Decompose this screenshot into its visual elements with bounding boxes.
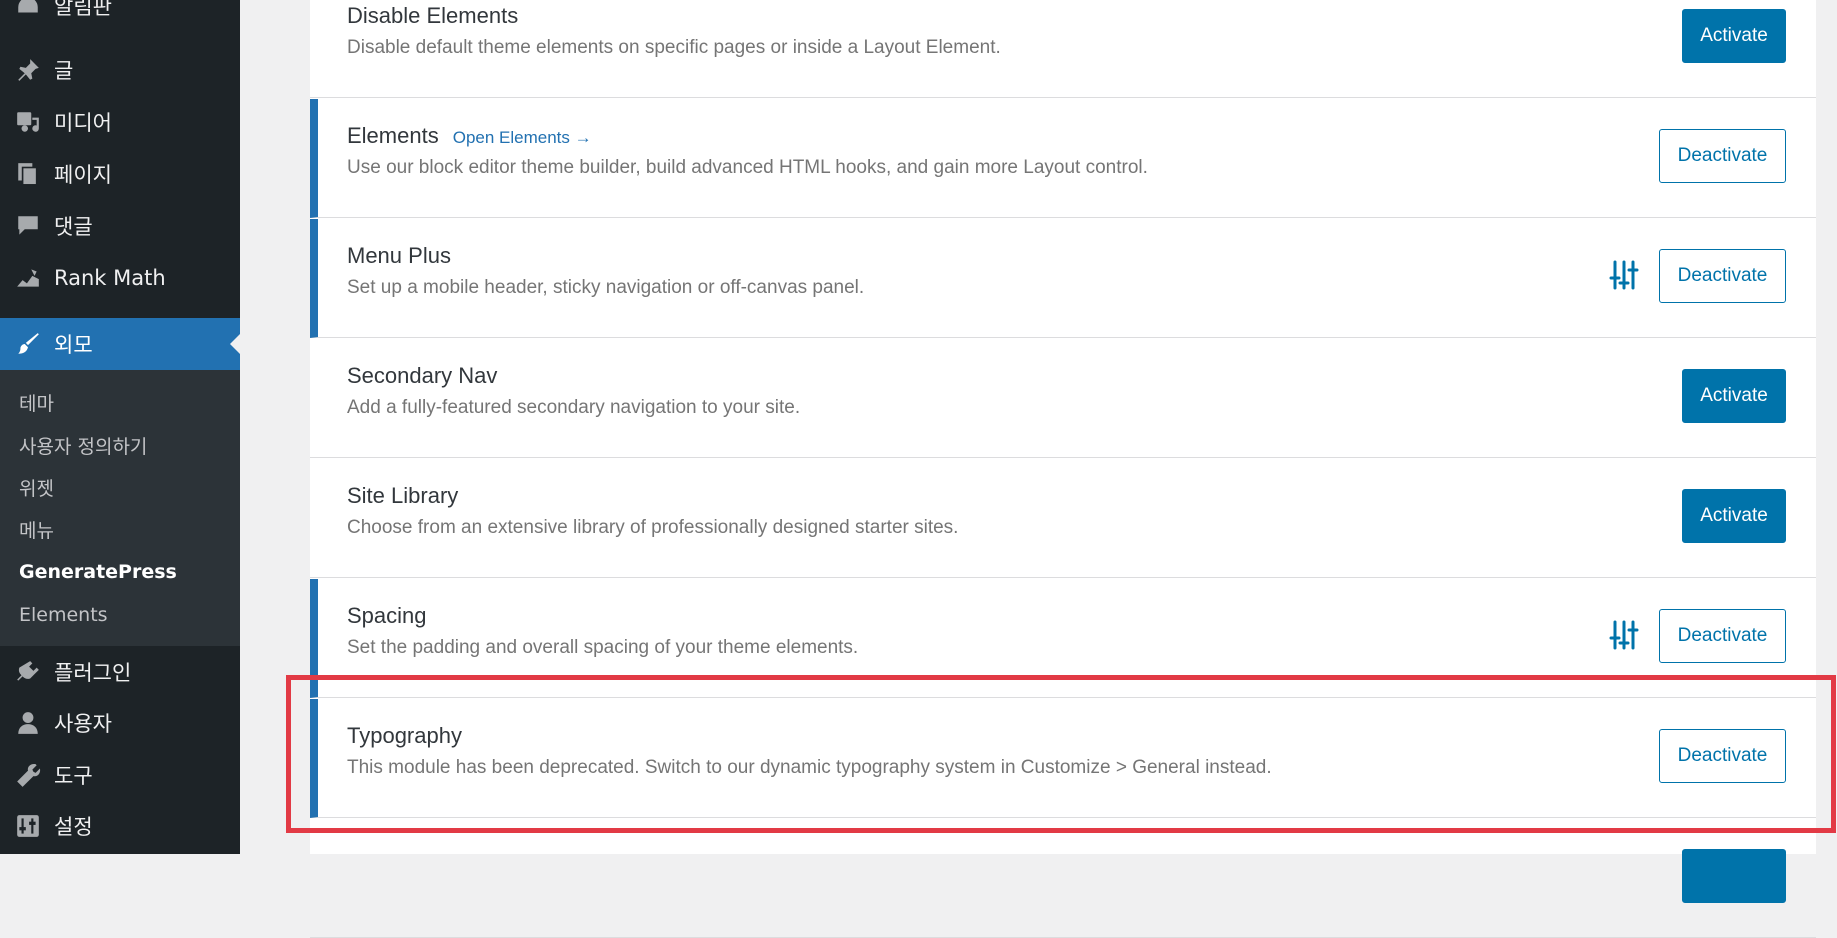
module-row-menu-plus: Menu Plus Set up a mobile header, sticky… [310, 219, 1816, 338]
menu-item-settings[interactable]: 설정 [0, 800, 240, 852]
deactivate-button[interactable]: Deactivate [1659, 249, 1786, 303]
menu-item-label: 알림판 [54, 0, 112, 19]
menu-item-label: 사용자 [54, 712, 112, 736]
menu-item-label: 미디어 [54, 111, 112, 135]
dashboard-icon [14, 0, 42, 20]
current-menu-arrow [230, 334, 240, 354]
menu-item-dashboard[interactable]: 알림판 [0, 0, 240, 32]
module-title: Menu Plus [347, 243, 451, 268]
module-row-disable-elements: Disable Elements Disable default theme e… [310, 0, 1816, 98]
menu-item-appearance[interactable]: 외모 [0, 318, 240, 370]
submenu-item-customize[interactable]: 사용자 정의하기 [19, 432, 147, 459]
submenu-item-generatepress[interactable]: GeneratePress [19, 561, 177, 583]
module-title: Typography [347, 723, 462, 748]
menu-item-comments[interactable]: 댓글 [0, 200, 240, 252]
module-row-elements: Elements Open Elements → Use our block ed… [310, 99, 1816, 218]
submenu-item-menus[interactable]: 메뉴 [19, 516, 54, 543]
plugin-icon [14, 658, 42, 686]
module-row-typography: Typography This module has been deprecat… [310, 699, 1816, 818]
submenu-item-themes[interactable]: 테마 [19, 389, 54, 416]
module-title: Spacing [347, 603, 427, 628]
menu-item-pages[interactable]: 페이지 [0, 148, 240, 200]
module-description: Add a fully-featured secondary navigatio… [347, 397, 801, 418]
admin-sidebar: 알림판 글 미디어 페이지 댓글 Rank Math 외모 테마 사용자 정의하… [0, 0, 240, 854]
media-icon [14, 108, 42, 136]
menu-item-label: Rank Math [54, 266, 166, 290]
menu-item-plugins[interactable]: 플러그인 [0, 646, 240, 698]
menu-item-label: 외모 [54, 333, 93, 357]
open-elements-link[interactable]: Open Elements → [453, 128, 592, 147]
module-description: Use our block editor theme builder, buil… [347, 157, 1148, 178]
module-description: Set up a mobile header, sticky navigatio… [347, 277, 865, 298]
module-description: Set the padding and overall spacing of y… [347, 637, 859, 658]
module-row-spacing: Spacing Set the padding and overall spac… [310, 579, 1816, 698]
appearance-submenu: 테마 사용자 정의하기 위젯 메뉴 GeneratePress Elements [0, 370, 240, 646]
wrench-icon [14, 761, 42, 789]
menu-item-label: 도구 [54, 764, 93, 788]
menu-item-label: 플러그인 [54, 661, 132, 685]
module-title: Secondary Nav [347, 363, 498, 388]
menu-item-label: 글 [54, 59, 74, 83]
user-icon [14, 709, 42, 737]
deactivate-button[interactable]: Deactivate [1659, 129, 1786, 183]
menu-item-users[interactable]: 사용자 [0, 697, 240, 749]
module-title: Disable Elements [347, 3, 519, 28]
activate-button[interactable]: Activate [1682, 9, 1786, 63]
activate-button[interactable]: Activate [1682, 489, 1786, 543]
submenu-item-widgets[interactable]: 위젯 [19, 474, 54, 501]
menu-item-label: 페이지 [54, 163, 112, 187]
menu-item-rank-math[interactable]: Rank Math [0, 252, 240, 304]
sliders-icon[interactable] [1608, 259, 1640, 291]
module-row-partial [310, 819, 1816, 938]
comments-icon [14, 212, 42, 240]
deactivate-button[interactable]: Deactivate [1659, 729, 1786, 783]
activate-button[interactable]: Activate [1682, 369, 1786, 423]
pin-icon [14, 56, 42, 84]
module-description: Choose from an extensive library of prof… [347, 517, 959, 538]
module-row-secondary-nav: Secondary Nav Add a fully-featured secon… [310, 339, 1816, 458]
submenu-item-elements[interactable]: Elements [19, 604, 108, 626]
menu-item-label: 댓글 [54, 215, 93, 239]
module-description: This module has been deprecated. Switch … [347, 757, 1272, 778]
deactivate-button[interactable]: Deactivate [1659, 609, 1786, 663]
settings-sliders-icon [14, 812, 42, 840]
module-title: Elements Open Elements → [347, 123, 592, 148]
module-description: Disable default theme elements on specif… [347, 37, 1001, 58]
menu-item-media[interactable]: 미디어 [0, 96, 240, 148]
module-row-site-library: Site Library Choose from an extensive li… [310, 459, 1816, 578]
rank-math-icon [14, 264, 42, 292]
paintbrush-icon [14, 330, 42, 358]
module-title: Site Library [347, 483, 459, 508]
menu-item-tools[interactable]: 도구 [0, 749, 240, 801]
menu-item-posts[interactable]: 글 [0, 44, 240, 96]
pages-icon [14, 160, 42, 188]
modules-list: Disable Elements Disable default theme e… [310, 0, 1816, 938]
sliders-icon[interactable] [1608, 619, 1640, 651]
menu-item-label: 설정 [54, 815, 93, 839]
activate-button[interactable] [1682, 849, 1786, 903]
